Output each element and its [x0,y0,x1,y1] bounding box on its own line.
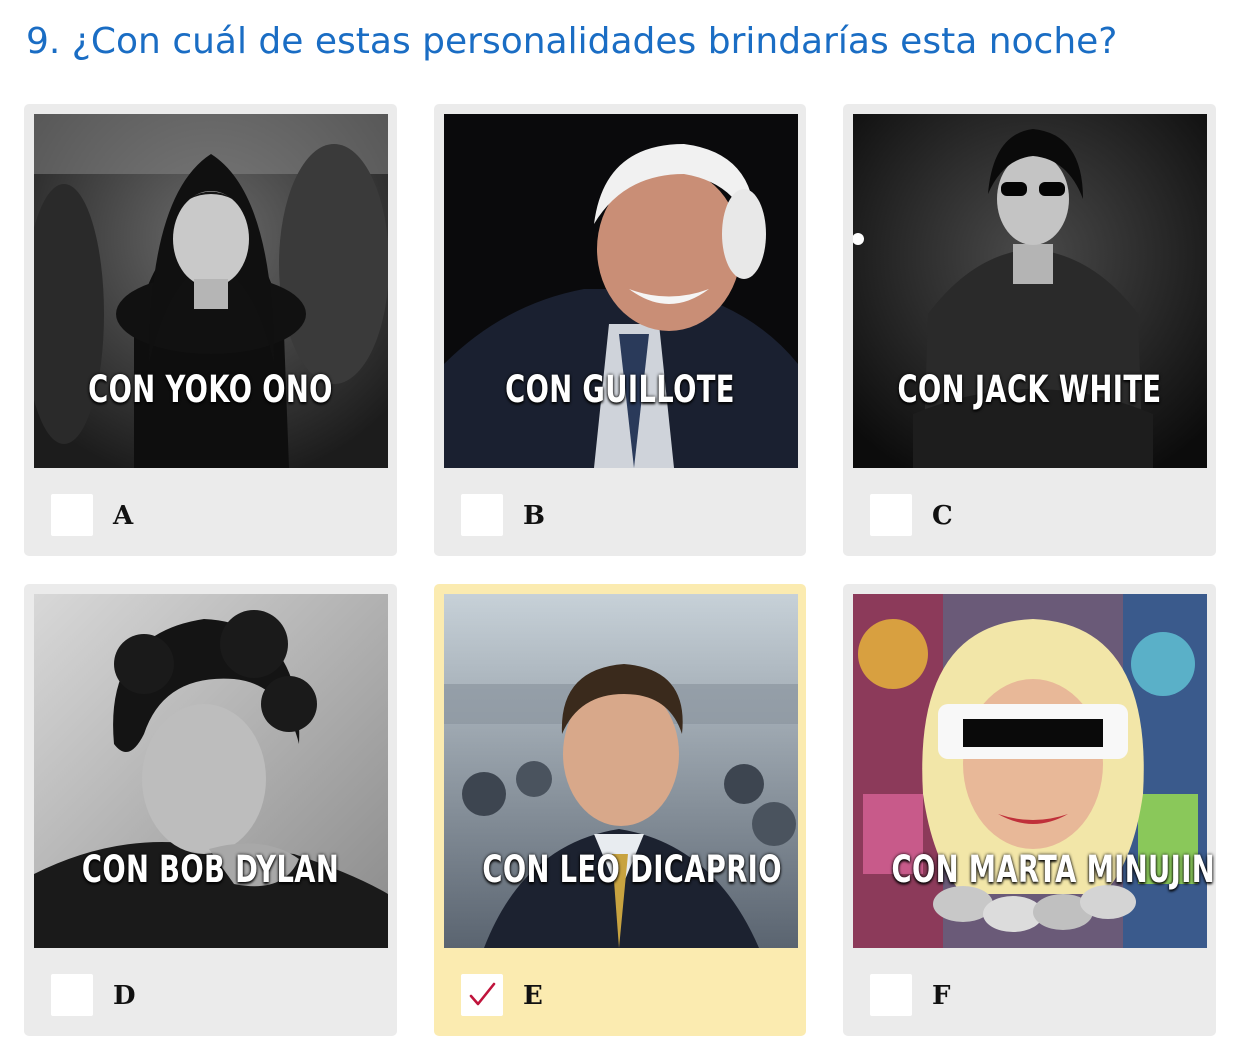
option-card-f[interactable]: CON MARTA MINUJIN F [843,584,1216,1036]
option-letter-d: D [113,981,136,1011]
option-letter-f: F [932,981,951,1011]
question-title: 9. ¿Con cuál de estas personalidades bri… [26,21,1118,62]
option-card-d[interactable]: CON BOB DYLAN D [24,584,397,1036]
option-letter-b: B [523,501,545,531]
option-card-a[interactable]: CON YOKO ONO A [24,104,397,556]
option-checkbox-a[interactable] [51,494,93,536]
option-caption-c: CON JACK WHITE [897,368,1162,411]
option-checkbox-c[interactable] [870,494,912,536]
option-checkbox-b[interactable] [461,494,503,536]
option-caption-b: CON GUILLOTE [505,368,735,411]
option-card-c[interactable]: CON JACK WHITE C [843,104,1216,556]
option-checkbox-e[interactable] [461,974,503,1016]
option-caption-f: CON MARTA MINUJIN [891,848,1216,891]
option-caption-e: CON LEO DICAPRIO [482,848,782,891]
option-letter-c: C [932,501,953,531]
options-grid: CON YOKO ONO A CON GUILLOTE B CON JACK W… [24,104,1216,1036]
option-card-e[interactable]: CON LEO DICAPRIO E [434,584,806,1036]
option-letter-a: A [113,501,134,531]
option-caption-a: CON YOKO ONO [88,368,333,411]
option-card-b[interactable]: CON GUILLOTE B [434,104,806,556]
checkmark-icon [469,982,496,1006]
option-checkbox-d[interactable] [51,974,93,1016]
option-checkbox-f[interactable] [870,974,912,1016]
option-caption-d: CON BOB DYLAN [81,848,340,891]
option-letter-e: E [523,981,543,1011]
